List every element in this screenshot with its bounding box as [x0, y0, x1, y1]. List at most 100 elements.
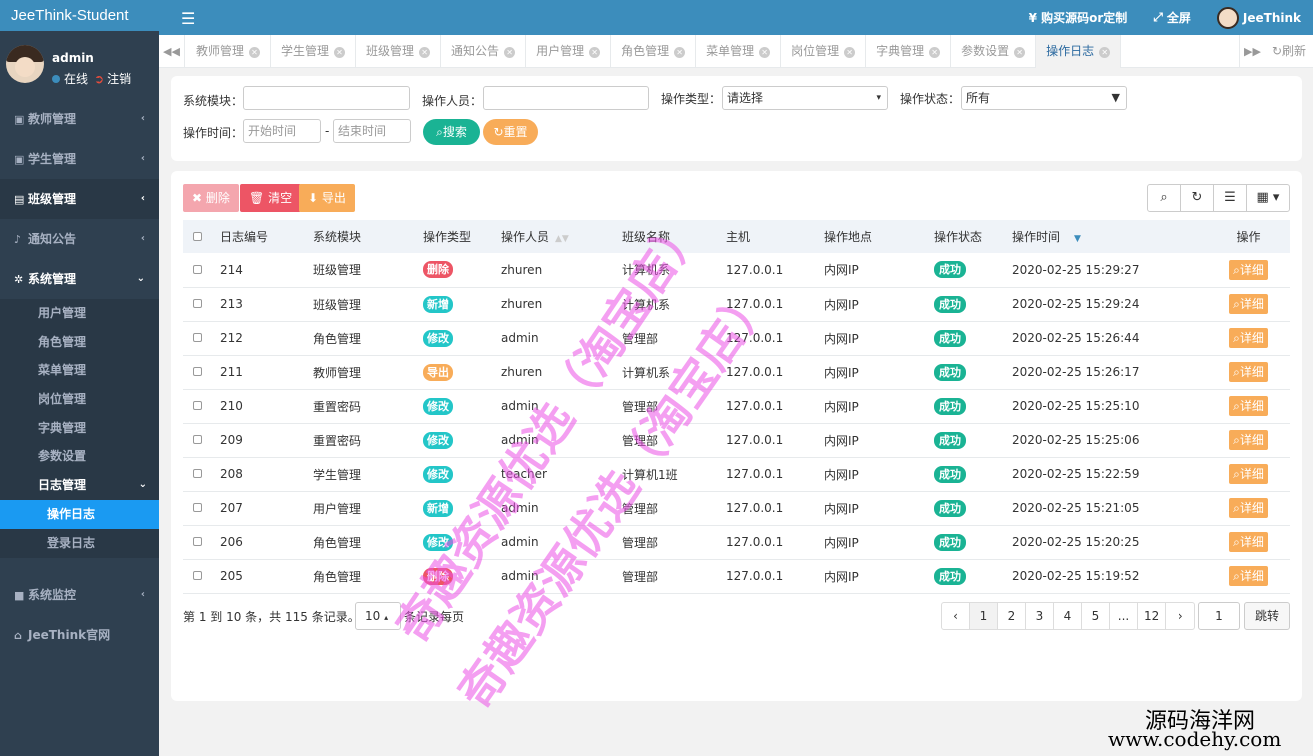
operator-input[interactable]: [483, 86, 649, 110]
close-icon[interactable]: ✕: [334, 47, 346, 58]
tab-class[interactable]: 班级管理 ✕: [356, 35, 442, 68]
search-button[interactable]: ⌕搜索: [423, 119, 480, 145]
detail-button[interactable]: ⌕详细: [1229, 328, 1268, 348]
detail-button[interactable]: ⌕详细: [1229, 430, 1268, 450]
sort-icon[interactable]: ▲▼: [555, 234, 569, 244]
close-icon[interactable]: ✕: [674, 47, 686, 58]
detail-button[interactable]: ⌕详细: [1229, 396, 1268, 416]
delete-button[interactable]: ✖ 删除: [183, 184, 239, 212]
tab-dict[interactable]: 字典管理 ✕: [866, 35, 952, 68]
page-item[interactable]: 1: [970, 603, 998, 629]
close-icon[interactable]: ✕: [249, 47, 261, 58]
logout-link[interactable]: ➲ 注销: [94, 70, 131, 87]
page-item[interactable]: 4: [1054, 603, 1082, 629]
table-toggle-view-icon[interactable]: ☰: [1214, 185, 1247, 211]
table-row[interactable]: 207 用户管理 新增 admin 管理部 127.0.0.1 内网IP 成功 2020-02-…: [183, 491, 1290, 526]
status-select[interactable]: 所有 ▼: [961, 86, 1127, 110]
sidebar-item-roles[interactable]: 角色管理: [0, 328, 159, 357]
checkbox[interactable]: [193, 264, 202, 274]
checkbox[interactable]: [193, 537, 202, 546]
tab-roles[interactable]: 角色管理 ✕: [611, 35, 697, 68]
page-item[interactable]: 2: [998, 603, 1026, 629]
buy-source-link[interactable]: ¥ 购买源码or定制: [1029, 9, 1128, 26]
tab-menus[interactable]: 菜单管理 ✕: [696, 35, 782, 68]
checkbox[interactable]: [193, 571, 202, 580]
end-time-input[interactable]: 结束时间: [333, 119, 411, 143]
table-row[interactable]: 213 班级管理 新增 zhuren 计算机系 127.0.0.1 内网IP 成功 2020-0…: [183, 287, 1290, 322]
detail-button[interactable]: ⌕详细: [1229, 362, 1268, 382]
col-status[interactable]: 操作状态: [934, 220, 1012, 253]
sidebar-item-oper-log[interactable]: 操作日志: [0, 499, 159, 529]
close-icon[interactable]: ✕: [589, 47, 601, 58]
col-class[interactable]: 班级名称: [622, 220, 726, 253]
type-select[interactable]: 请选择 ▾: [722, 86, 888, 110]
tab-notice[interactable]: 通知公告 ✕: [441, 35, 527, 68]
tab-teacher[interactable]: 教师管理 ✕: [186, 35, 272, 68]
sidebar-item-notice[interactable]: ♪ 通知公告 ‹: [0, 219, 159, 259]
sidebar-item-system[interactable]: ✲ 系统管理 ⌄: [0, 259, 159, 299]
sidebar-item-login-log[interactable]: 登录日志: [0, 529, 159, 558]
page-item[interactable]: 5: [1082, 603, 1110, 629]
sidebar-item-users[interactable]: 用户管理: [0, 299, 159, 328]
hamburger-menu-icon[interactable]: ☰: [181, 9, 195, 28]
checkbox[interactable]: [193, 435, 202, 444]
page-item[interactable]: ‹: [942, 603, 970, 629]
row-checkbox-cell[interactable]: [183, 423, 220, 458]
table-row[interactable]: 206 角色管理 修改 admin 管理部 127.0.0.1 内网IP 成功 2020-02-…: [183, 525, 1290, 560]
col-module[interactable]: 系统模块: [313, 220, 423, 253]
sidebar-item-log[interactable]: 日志管理 ⌄: [0, 471, 159, 500]
tabs-scroll-left-icon[interactable]: ◀◀: [159, 35, 185, 68]
checkbox[interactable]: [193, 503, 202, 512]
detail-button[interactable]: ⌕详细: [1229, 498, 1268, 518]
brand-title[interactable]: JeeThink-Student: [0, 0, 159, 31]
page-item[interactable]: ...: [1110, 603, 1138, 629]
header-user-menu[interactable]: JeeThink: [1216, 6, 1301, 29]
checkbox[interactable]: [193, 367, 202, 376]
per-page-select[interactable]: 10 ▴: [355, 602, 401, 630]
col-operator[interactable]: 操作人员 ▲▼: [501, 220, 622, 253]
table-refresh-icon[interactable]: ↻: [1181, 185, 1214, 211]
sort-desc-icon[interactable]: ▼: [1074, 234, 1081, 244]
start-time-input[interactable]: 开始时间: [243, 119, 321, 143]
table-search-icon[interactable]: ⌕: [1148, 185, 1181, 211]
sidebar-item-posts[interactable]: 岗位管理: [0, 385, 159, 414]
sidebar-item-menus[interactable]: 菜单管理: [0, 356, 159, 385]
export-button[interactable]: ⬇ 导出: [299, 184, 355, 212]
close-icon[interactable]: ✕: [929, 47, 941, 58]
col-host[interactable]: 主机: [726, 220, 824, 253]
table-row[interactable]: 211 教师管理 导出 zhuren 计算机系 127.0.0.1 内网IP 成功 2020-0…: [183, 355, 1290, 390]
close-icon[interactable]: ✕: [1099, 47, 1111, 58]
checkbox[interactable]: [193, 469, 202, 478]
tab-oper-log[interactable]: 操作日志 ✕: [1036, 35, 1122, 68]
clear-button[interactable]: 🗑 清空: [240, 184, 302, 212]
checkbox[interactable]: [193, 299, 202, 308]
table-row[interactable]: 210 重置密码 修改 admin 管理部 127.0.0.1 内网IP 成功 2020-02-…: [183, 389, 1290, 424]
checkbox[interactable]: [193, 231, 202, 241]
page-item[interactable]: 3: [1026, 603, 1054, 629]
row-checkbox-cell[interactable]: [183, 321, 220, 356]
checkbox[interactable]: [193, 401, 202, 410]
tab-student[interactable]: 学生管理 ✕: [271, 35, 357, 68]
sidebar-item-class[interactable]: ▤ 班级管理 ‹: [0, 179, 159, 219]
jump-button[interactable]: 跳转: [1244, 602, 1290, 630]
table-row[interactable]: 205 角色管理 删除 admin 管理部 127.0.0.1 内网IP 成功 2020-02-…: [183, 559, 1290, 594]
row-checkbox-cell[interactable]: [183, 491, 220, 526]
col-time[interactable]: 操作时间 ▼: [1012, 220, 1207, 253]
table-columns-icon[interactable]: ▦ ▾: [1247, 185, 1289, 211]
tab-config[interactable]: 参数设置 ✕: [951, 35, 1037, 68]
fullscreen-button[interactable]: ⤢ 全屏: [1153, 9, 1191, 26]
close-icon[interactable]: ✕: [759, 47, 771, 58]
close-icon[interactable]: ✕: [844, 47, 856, 58]
detail-button[interactable]: ⌕详细: [1229, 294, 1268, 314]
checkbox[interactable]: [193, 333, 202, 342]
detail-button[interactable]: ⌕详细: [1229, 464, 1268, 484]
close-icon[interactable]: ✕: [1014, 47, 1026, 58]
row-checkbox-cell[interactable]: [183, 559, 220, 594]
select-all-checkbox[interactable]: [183, 220, 220, 253]
row-checkbox-cell[interactable]: [183, 287, 220, 322]
close-icon[interactable]: ✕: [419, 47, 431, 58]
detail-button[interactable]: ⌕详细: [1229, 259, 1268, 280]
detail-button[interactable]: ⌕详细: [1229, 566, 1268, 586]
table-row[interactable]: 208 学生管理 修改 teacher 计算机1班 127.0.0.1 内网IP 成功 2020…: [183, 457, 1290, 492]
close-icon[interactable]: ✕: [504, 47, 516, 58]
